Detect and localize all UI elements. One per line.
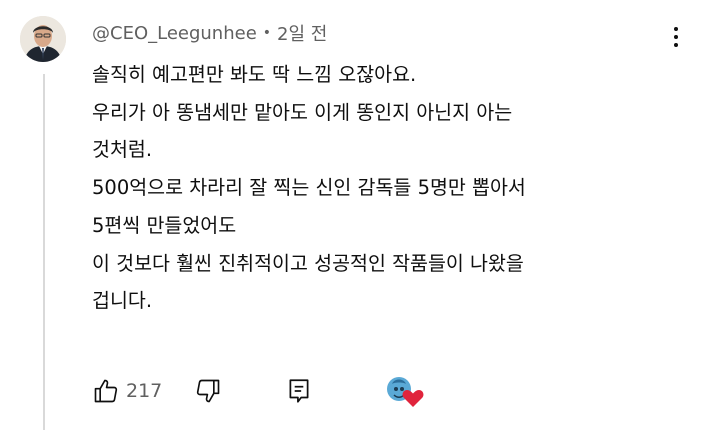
comment-line: 500억으로 차라리 잘 찍는 신인 감독들 5명만 뽑아서 bbox=[92, 176, 526, 200]
comment-header: @CEO_Leegunhee • 2일 전 bbox=[92, 20, 327, 46]
comment-text: 솔직히 예고편만 봐도 딱 느낌 오잖아요. 우리가 아 똥냄세만 맡아도 이게… bbox=[92, 56, 692, 320]
thumbs-up-icon bbox=[94, 379, 118, 403]
comment-line: 이 것보다 훨씬 진취적이고 성공적인 작품들이 나왔을 bbox=[92, 251, 524, 275]
thumbs-down-icon bbox=[197, 379, 220, 403]
creator-heart-icon bbox=[387, 377, 424, 407]
comment-line: 우리가 아 똥냄세만 맡아도 이게 똥인지 아닌지 아는 bbox=[92, 100, 513, 124]
dislike-button[interactable] bbox=[194, 377, 222, 405]
comment-actions: 217 bbox=[92, 374, 424, 408]
reply-icon bbox=[289, 379, 309, 403]
reply-button[interactable] bbox=[286, 377, 312, 405]
comment-timestamp[interactable]: 2일 전 bbox=[277, 20, 327, 46]
like-count: 217 bbox=[126, 380, 163, 402]
comment-line: 솔직히 예고편만 봐도 딱 느낌 오잖아요. bbox=[92, 63, 417, 86]
more-options-button[interactable] bbox=[664, 22, 688, 52]
thread-line bbox=[43, 74, 45, 430]
header-separator: • bbox=[262, 25, 272, 41]
creator-heart-badge bbox=[384, 374, 424, 408]
avatar-portrait-icon bbox=[20, 16, 66, 62]
comment-line: 것처럼. bbox=[92, 138, 153, 162]
more-vertical-icon bbox=[674, 27, 678, 47]
author-handle[interactable]: @CEO_Leegunhee bbox=[92, 23, 257, 44]
avatar[interactable] bbox=[20, 16, 66, 62]
like-button[interactable]: 217 bbox=[92, 377, 162, 405]
comment-line: 5편씩 만들었어도 bbox=[92, 213, 237, 237]
comment-line: 겁니다. bbox=[92, 289, 153, 313]
